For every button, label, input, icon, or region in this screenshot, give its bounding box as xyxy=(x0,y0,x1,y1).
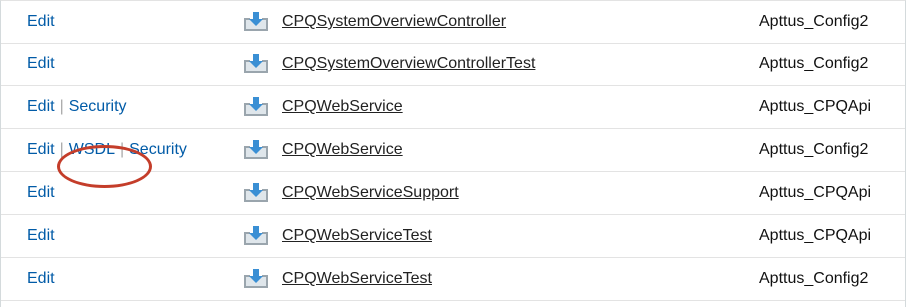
action-separator: | xyxy=(119,141,125,158)
row-actions: Edit xyxy=(27,43,55,85)
namespace-prefix: Apttus_CPQApi xyxy=(759,184,872,201)
apex-classes-table: Edit CPQSystemOverviewController Apttus_Co… xyxy=(0,0,906,307)
namespace-prefix: Apttus_CPQApi xyxy=(759,98,872,115)
edit-link[interactable]: Edit xyxy=(27,13,55,31)
security-link[interactable]: Security xyxy=(129,141,187,159)
row-actions: Edit xyxy=(27,215,55,257)
namespace-prefix: Apttus_Config2 xyxy=(759,270,869,287)
class-name-link[interactable]: CPQWebService xyxy=(282,86,403,128)
download-file-icon xyxy=(243,96,269,118)
table-row: Edit CPQWebServiceSupport Apttus_CPQApi xyxy=(1,172,905,215)
class-name-link[interactable]: CPQSystemOverviewControllerTest xyxy=(282,43,535,85)
class-name-link[interactable]: CPQWebService xyxy=(282,129,403,171)
table-row: Edit | Security CPQWebService Apttus_CPQApi xyxy=(1,86,905,129)
class-name-link[interactable]: CPQWebServiceSupport xyxy=(282,172,459,214)
table-row: Edit | WSDL | Security CPQWebService Apttus_Co… xyxy=(1,129,905,172)
class-name-link[interactable]: CPQWebServiceTest xyxy=(282,215,432,257)
security-link[interactable]: Security xyxy=(69,98,127,116)
row-actions: Edit xyxy=(27,258,55,300)
class-name-link[interactable]: CPQSystemOverviewController xyxy=(282,1,506,43)
download-file-icon xyxy=(243,11,269,33)
namespace-prefix: Apttus_Config2 xyxy=(759,141,869,158)
namespace-prefix: Apttus_Config2 xyxy=(759,55,869,72)
edit-link[interactable]: Edit xyxy=(27,184,55,202)
table-row: Edit CPQSystemOverviewControllerTest Apttu… xyxy=(1,43,905,86)
edit-link[interactable]: Edit xyxy=(27,270,55,288)
download-file-icon xyxy=(243,182,269,204)
table-row: Edit CPQWebServiceTest Apttus_Config2 xyxy=(1,258,905,301)
table-row: Edit CPQSystemOverviewController Apttus_Co… xyxy=(1,1,905,44)
row-actions: Edit | WSDL | Security xyxy=(27,129,187,171)
edit-link[interactable]: Edit xyxy=(27,98,55,116)
edit-link[interactable]: Edit xyxy=(27,55,55,73)
action-separator: | xyxy=(59,141,64,158)
row-actions: Edit xyxy=(27,172,55,214)
class-name-link[interactable]: CPQWebServiceTest xyxy=(282,258,432,300)
row-actions: Edit | Security xyxy=(27,86,127,128)
wsdl-link[interactable]: WSDL xyxy=(69,141,115,159)
table-row: Edit CPQWebServiceTest Apttus_CPQApi xyxy=(1,215,905,258)
edit-link[interactable]: Edit xyxy=(27,227,55,245)
row-actions: Edit xyxy=(27,1,55,43)
download-file-icon xyxy=(243,139,269,161)
edit-link[interactable]: Edit xyxy=(27,141,55,159)
download-file-icon xyxy=(243,53,269,75)
namespace-prefix: Apttus_CPQApi xyxy=(759,227,872,244)
download-file-icon xyxy=(243,268,269,290)
namespace-prefix: Apttus_Config2 xyxy=(759,13,869,30)
action-separator: | xyxy=(59,98,64,115)
download-file-icon xyxy=(243,225,269,247)
